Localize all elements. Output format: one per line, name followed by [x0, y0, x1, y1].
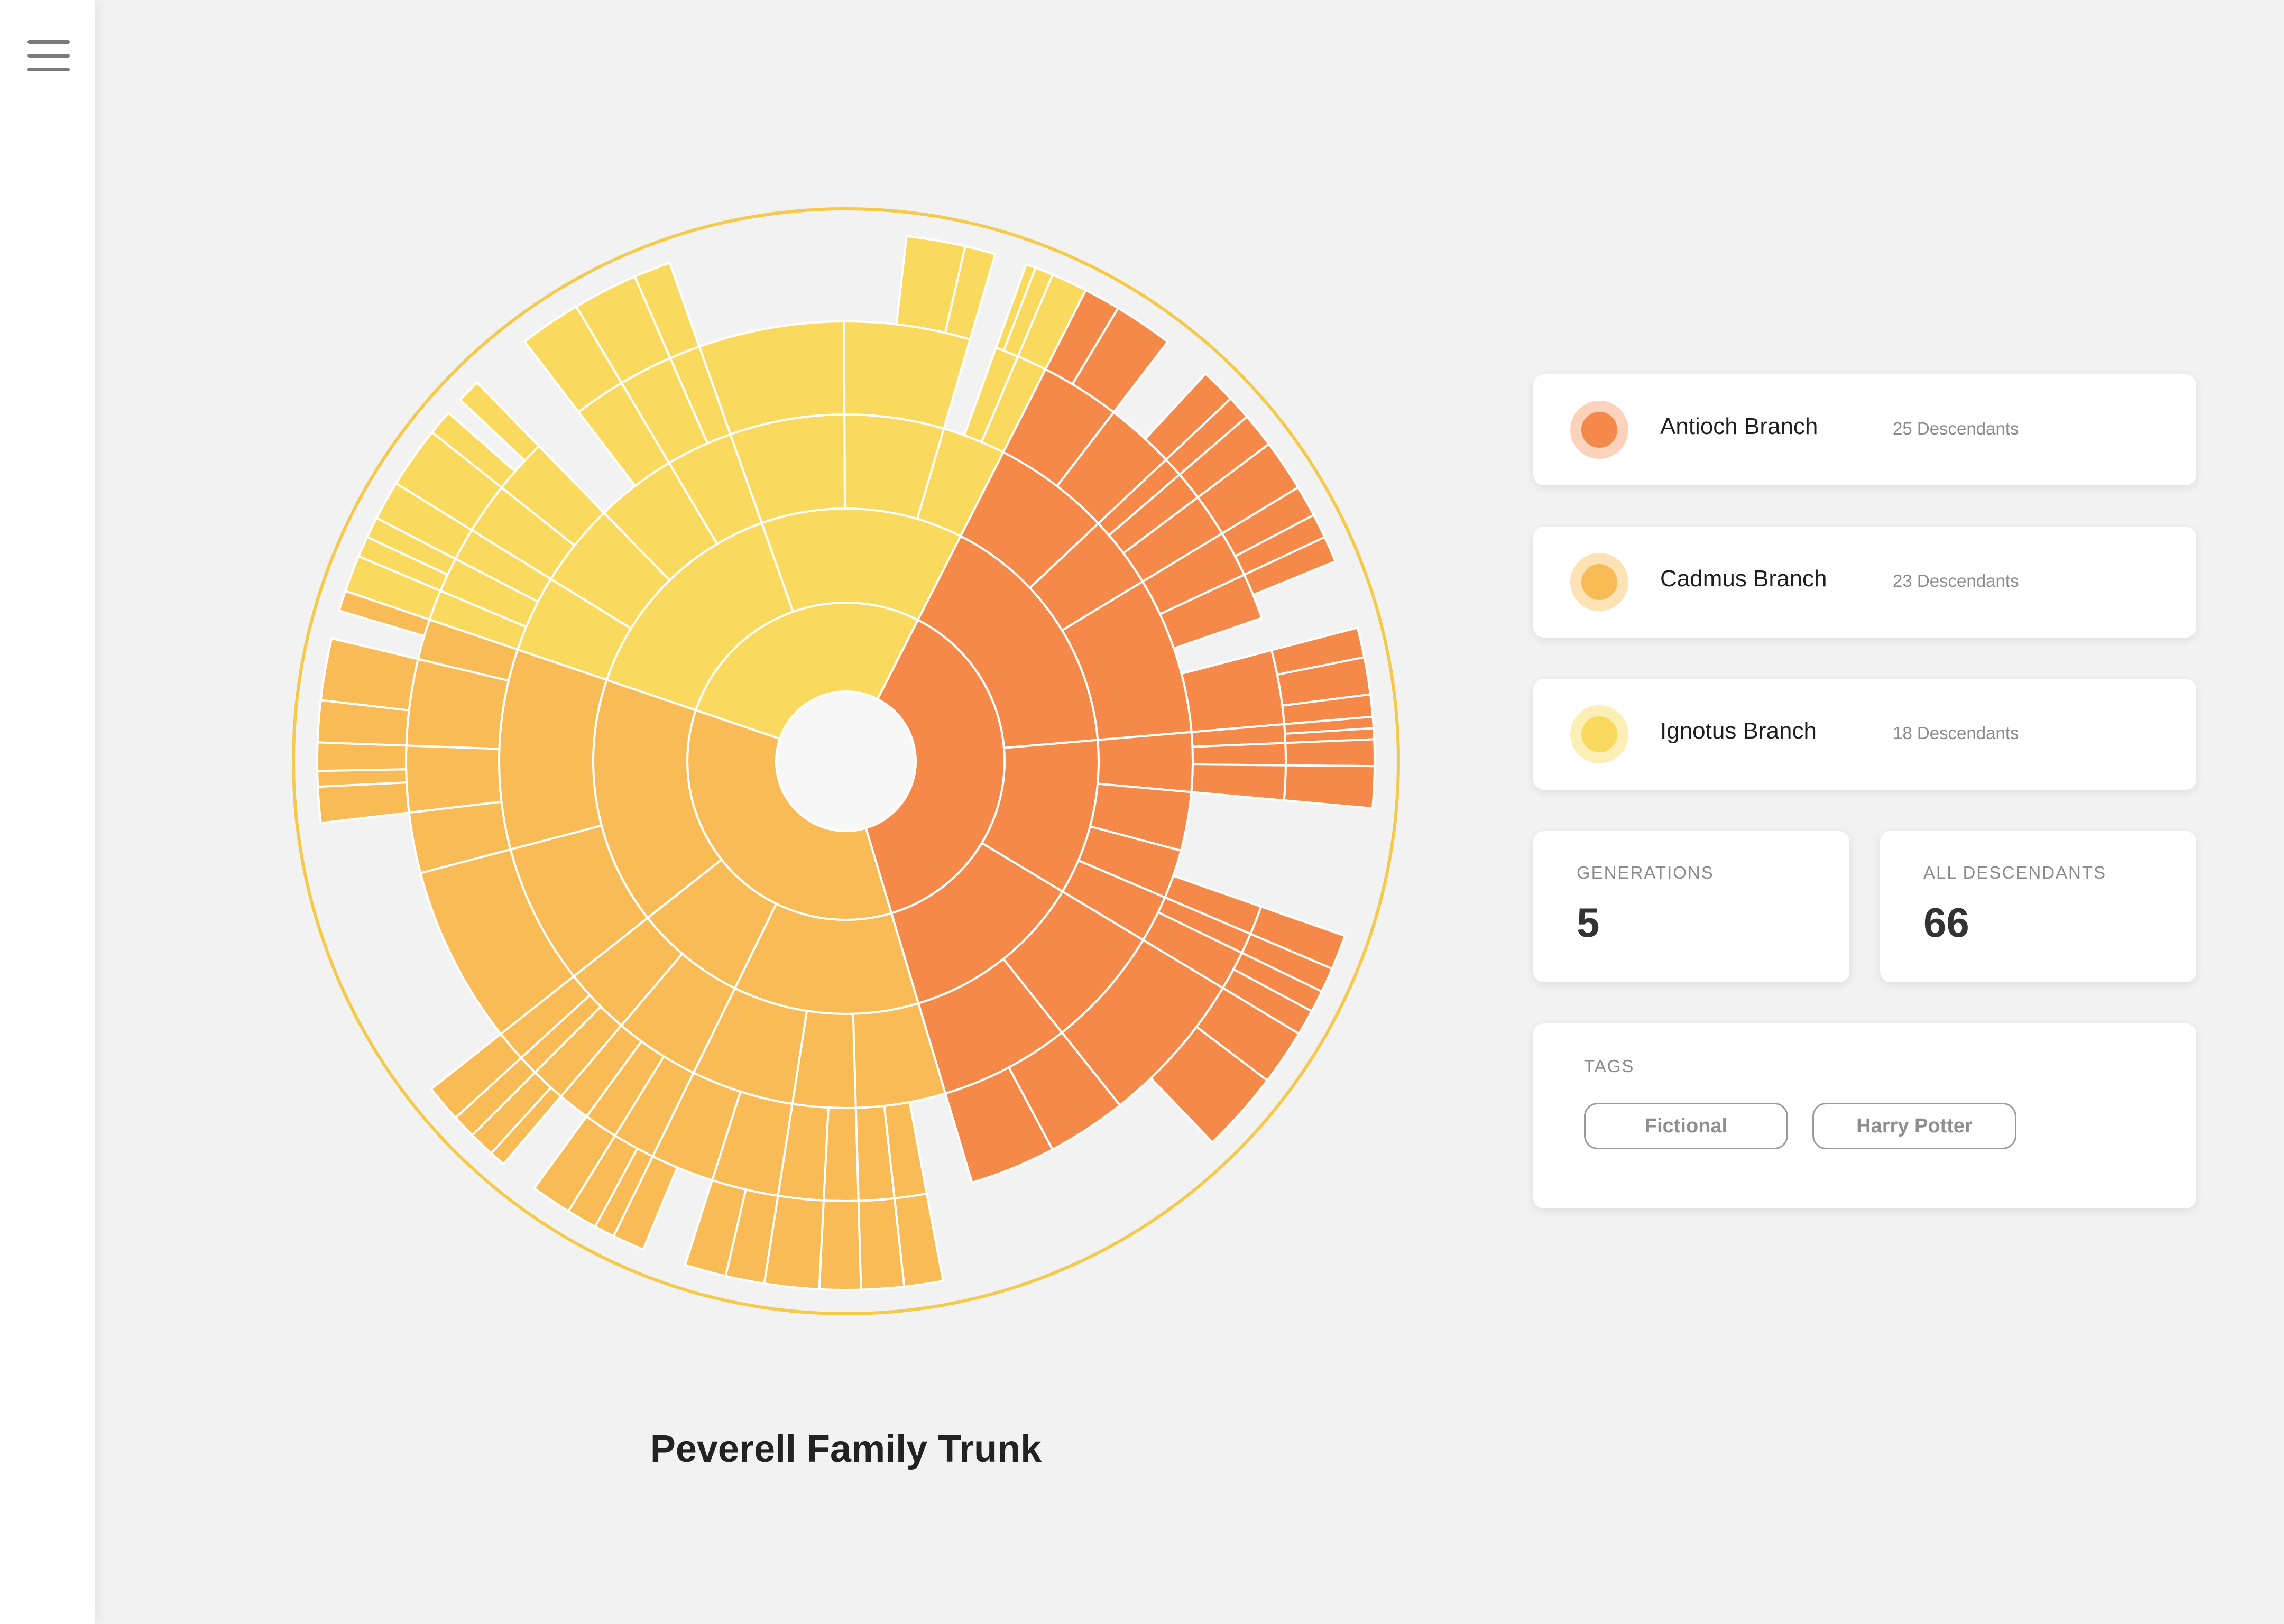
legend-dot-icon: [1570, 401, 1628, 459]
tags-label: TAGS: [1584, 1056, 1635, 1076]
sunburst-chart: [275, 190, 1417, 1332]
sidebar: [0, 0, 95, 1624]
generations-card: GENERATIONS 5: [1533, 831, 1849, 982]
legend-name: Cadmus Branch: [1660, 566, 1827, 592]
hamburger-menu-icon[interactable]: [27, 40, 70, 72]
sunburst-segment-antioch[interactable]: [1283, 764, 1376, 810]
descendants-card: ALL DESCENDANTS 66: [1880, 831, 2196, 982]
center-hole: [777, 693, 915, 830]
tag-harry-potter[interactable]: Harry Potter: [1812, 1103, 2016, 1149]
generations-label: GENERATIONS: [1577, 863, 1714, 882]
sunburst-segment-cadmus[interactable]: [317, 781, 410, 825]
legend-count: 25 Descendants: [1893, 419, 2019, 438]
tags-card: TAGS Fictional Harry Potter: [1533, 1023, 2196, 1208]
legend-card-ignotus[interactable]: Ignotus Branch 18 Descendants: [1533, 679, 2196, 790]
legend-name: Antioch Branch: [1660, 413, 1818, 439]
legend-card-antioch[interactable]: Antioch Branch 25 Descendants: [1533, 374, 2196, 485]
sunburst-segment-antioch[interactable]: [1191, 742, 1287, 767]
sunburst-segment-cadmus[interactable]: [316, 741, 408, 772]
legend-dot-icon: [1570, 705, 1628, 763]
chart-title: Peverell Family Trunk: [650, 1428, 1042, 1470]
sunburst-segment-antioch[interactable]: [1180, 649, 1286, 733]
sunburst-segment-antioch[interactable]: [1190, 763, 1287, 802]
legend-dot-icon: [1570, 553, 1628, 611]
sunburst-segment-cadmus[interactable]: [316, 768, 408, 788]
sunburst-segment-cadmus[interactable]: [818, 1199, 862, 1291]
sunburst-segment-ignotus[interactable]: [843, 320, 972, 430]
legend-name: Ignotus Branch: [1660, 718, 1817, 744]
sunburst-segment-cadmus[interactable]: [822, 1106, 860, 1202]
tag-fictional[interactable]: Fictional: [1584, 1103, 1788, 1149]
descendants-label: ALL DESCENDANTS: [1923, 863, 2107, 882]
descendants-value: 66: [1923, 899, 1969, 946]
sunburst-segment-cadmus[interactable]: [405, 744, 503, 814]
sunburst-segment-antioch[interactable]: [1284, 738, 1376, 768]
legend-count: 18 Descendants: [1893, 723, 2019, 743]
legend-card-cadmus[interactable]: Cadmus Branch 23 Descendants: [1533, 527, 2196, 638]
sunburst-segment-cadmus[interactable]: [498, 648, 609, 851]
legend-count: 23 Descendants: [1893, 571, 2019, 590]
generations-value: 5: [1577, 899, 1600, 946]
sunburst-segment-cadmus[interactable]: [319, 637, 420, 712]
sunburst-segment-antioch[interactable]: [1096, 731, 1194, 793]
sunburst-svg: [292, 207, 1400, 1315]
